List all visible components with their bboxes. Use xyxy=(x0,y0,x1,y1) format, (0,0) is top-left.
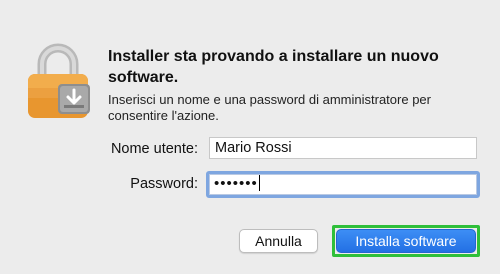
authentication-dialog: Installer sta provando a installare un n… xyxy=(0,0,500,274)
username-label: Nome utente: xyxy=(110,141,198,157)
username-field[interactable]: Mario Rossi xyxy=(209,137,477,159)
cancel-button[interactable]: Annulla xyxy=(239,229,318,253)
lock-icon xyxy=(22,40,94,120)
password-field[interactable]: ••••••• xyxy=(206,171,480,198)
dialog-message: Inserisci un nome e una password di ammi… xyxy=(108,92,431,123)
dialog-title: Installer sta provando a installare un n… xyxy=(108,48,439,86)
username-value: Mario Rossi xyxy=(215,140,292,156)
install-software-button[interactable]: Installa software xyxy=(336,229,476,253)
password-value: ••••••• xyxy=(214,175,258,192)
password-label: Password: xyxy=(130,176,198,192)
text-caret xyxy=(258,175,260,191)
